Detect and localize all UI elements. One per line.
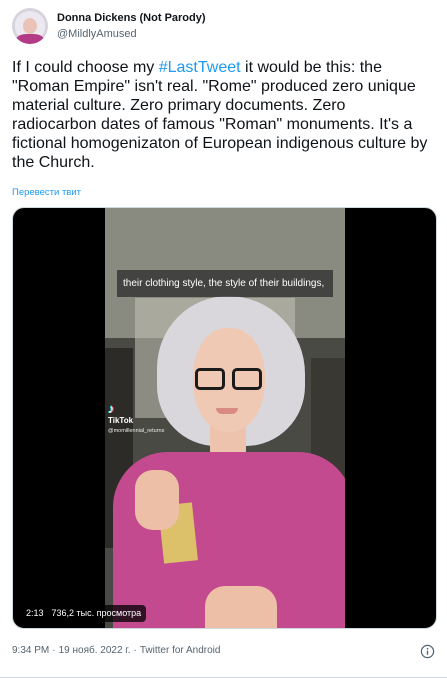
tiktok-watermark: ♪ TikTok @momillennial_returns [108,402,164,436]
tiktok-brand: TikTok [108,416,134,425]
tiktok-icon: ♪ [108,401,115,416]
video-player[interactable]: their clothing style, the style of their… [12,207,437,629]
video-stats-badge: 2:13 736,2 тыс. просмотра [21,605,147,622]
info-icon[interactable] [420,644,435,659]
translate-tweet-link[interactable]: Перевести твит [12,187,81,198]
author-names: Donna Dickens (Not Parody) @MildlyAmused [57,10,206,42]
video-views: 736,2 тыс. просмотра [51,608,142,618]
tiktok-username: @momillennial_returns [108,428,165,434]
tweet-time[interactable]: 9:34 PM [12,645,49,656]
video-caption: their clothing style, the style of their… [117,270,333,297]
author-display-name[interactable]: Donna Dickens (Not Parody) [57,10,206,26]
hashtag-link[interactable]: #LastTweet [159,59,241,76]
tweet-source[interactable]: Twitter for Android [140,645,221,656]
video-frame: their clothing style, the style of their… [105,208,345,628]
tweet-meta: 9:34 PM · 19 нояб. 2022 г. · Twitter for And… [12,645,221,656]
tweet-header: Donna Dickens (Not Parody) @MildlyAmused [12,8,432,44]
avatar[interactable] [12,8,48,44]
video-duration: 2:13 [26,608,44,618]
tweet-date[interactable]: 19 нояб. 2022 г. [59,645,131,656]
author-handle[interactable]: @MildlyAmused [57,26,206,42]
tweet-text-before: If I could choose my [12,59,159,76]
tweet: Donna Dickens (Not Parody) @MildlyAmused… [0,0,447,678]
tweet-text: If I could choose my #LastTweet it would… [12,58,432,172]
